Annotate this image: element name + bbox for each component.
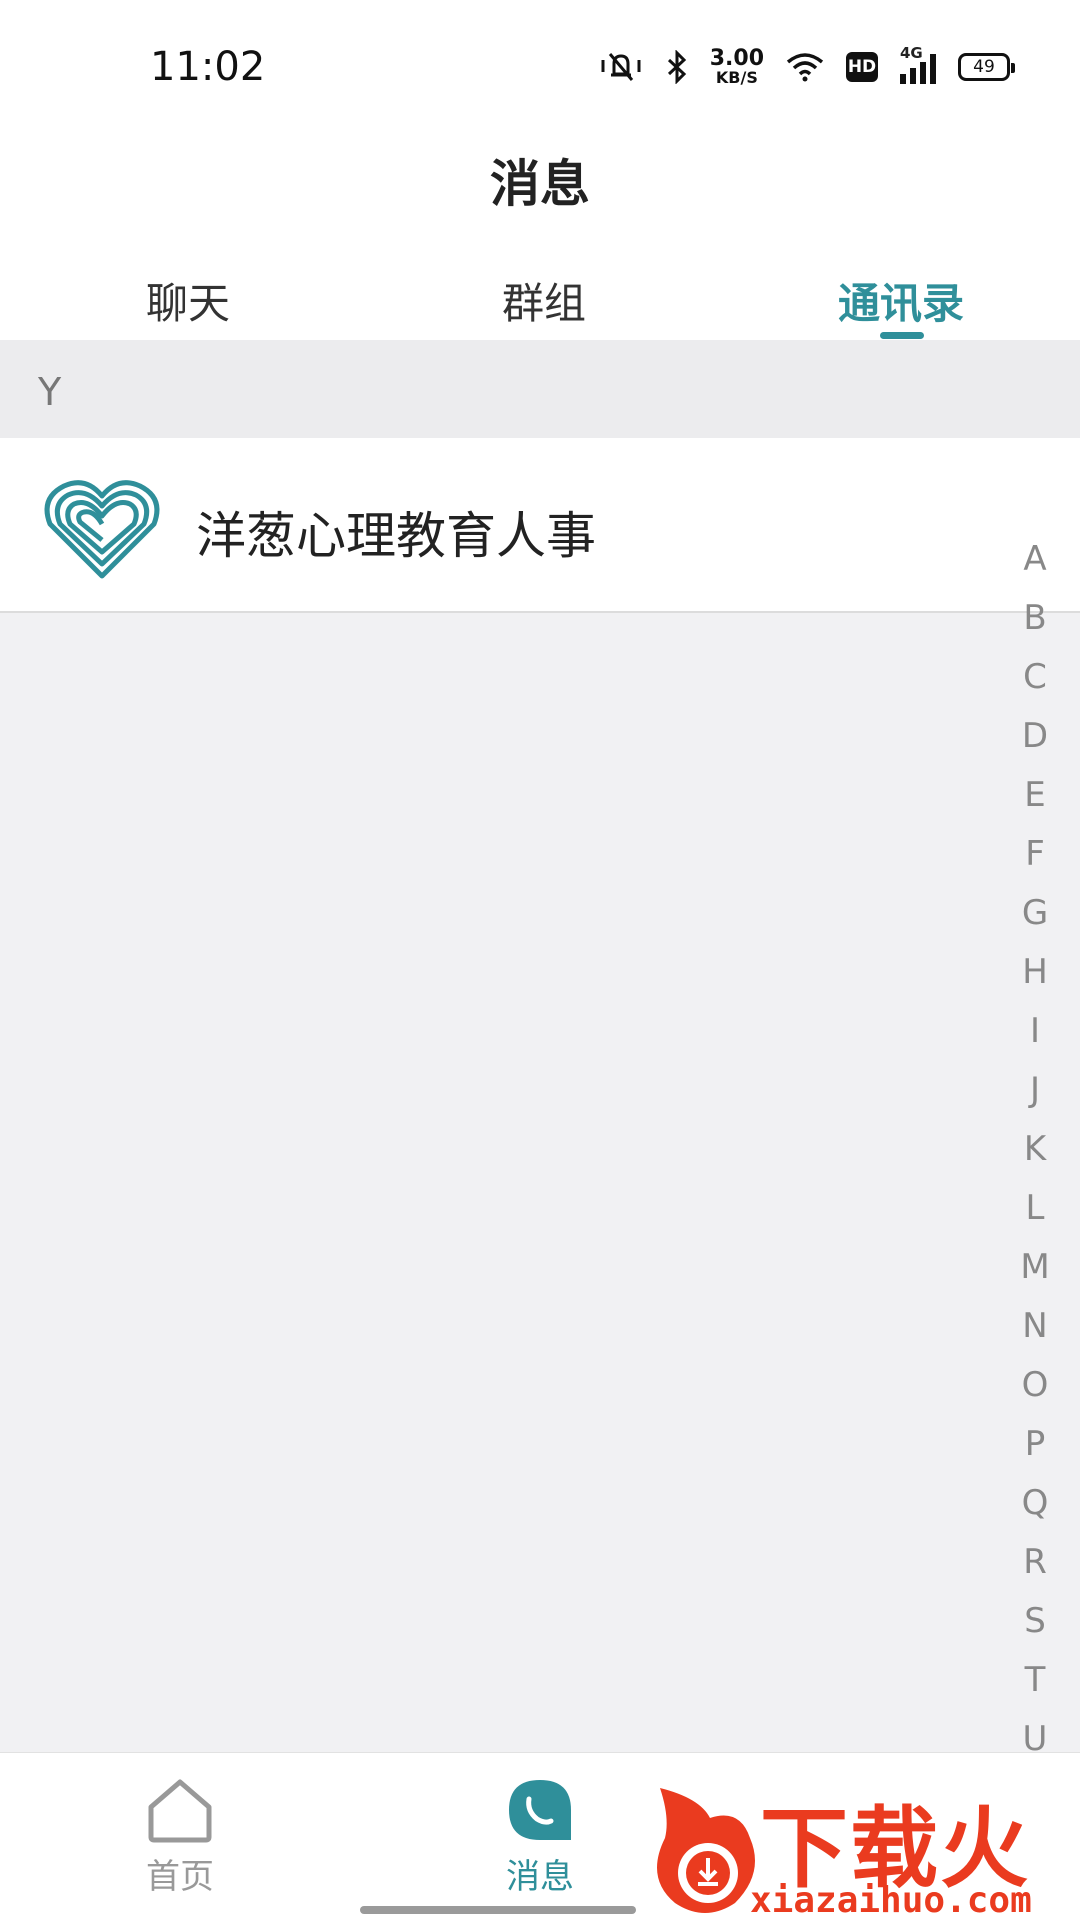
tab-chat[interactable]: 聊天 bbox=[88, 270, 288, 331]
watermark-url: xiazaihuo.com bbox=[750, 1880, 1032, 1921]
index-letter[interactable]: H bbox=[1005, 943, 1065, 1002]
index-letter[interactable]: C bbox=[1005, 648, 1065, 707]
index-letter[interactable]: M bbox=[1005, 1238, 1065, 1297]
tab-groups[interactable]: 群组 bbox=[444, 270, 644, 331]
net-speed-unit: KB/S bbox=[715, 68, 758, 87]
status-time: 11:02 bbox=[150, 44, 266, 90]
nav-home-label: 首页 bbox=[146, 1857, 214, 1897]
home-indicator[interactable] bbox=[360, 1906, 636, 1914]
watermark-logo: 下载火 xiazaihuo.com bbox=[640, 1778, 1070, 1921]
alphabet-index[interactable]: A B C D E F G H I J K L M N O P Q R S T … bbox=[1000, 530, 1070, 1769]
status-icons: 3.00 KB/S HD 4G 49 bbox=[598, 42, 1015, 92]
section-header: Y bbox=[0, 340, 1080, 438]
index-letter[interactable]: D bbox=[1005, 707, 1065, 766]
index-letter[interactable]: F bbox=[1005, 825, 1065, 884]
nav-home[interactable]: 首页 bbox=[100, 1777, 260, 1898]
net-speed-value: 3.00 bbox=[709, 46, 764, 71]
nav-messages[interactable]: 消息 bbox=[460, 1777, 620, 1898]
index-letter[interactable]: T bbox=[1005, 1651, 1065, 1710]
index-letter[interactable]: O bbox=[1005, 1356, 1065, 1415]
index-letter[interactable]: G bbox=[1005, 884, 1065, 943]
index-letter[interactable]: I bbox=[1005, 1002, 1065, 1061]
battery-icon: 49 bbox=[958, 53, 1015, 81]
index-letter[interactable]: P bbox=[1005, 1415, 1065, 1474]
contact-row[interactable]: 洋葱心理教育人事 bbox=[0, 438, 1080, 613]
net-speed: 3.00 KB/S bbox=[710, 48, 764, 86]
index-letter[interactable]: A bbox=[1005, 530, 1065, 589]
active-tab-indicator bbox=[880, 332, 924, 339]
nav-messages-label: 消息 bbox=[506, 1857, 574, 1897]
index-letter[interactable]: E bbox=[1005, 766, 1065, 825]
section-letter: Y bbox=[38, 370, 62, 414]
hd-icon: HD bbox=[846, 52, 878, 82]
index-letter[interactable]: N bbox=[1005, 1297, 1065, 1356]
index-letter[interactable]: J bbox=[1005, 1061, 1065, 1120]
index-letter[interactable]: B bbox=[1005, 589, 1065, 648]
chat-bubble-icon bbox=[509, 1780, 571, 1840]
index-letter[interactable]: Q bbox=[1005, 1474, 1065, 1533]
index-letter[interactable]: R bbox=[1005, 1533, 1065, 1592]
index-letter[interactable]: S bbox=[1005, 1592, 1065, 1651]
index-letter[interactable]: L bbox=[1005, 1179, 1065, 1238]
home-icon bbox=[148, 1779, 212, 1843]
page-title: 消息 bbox=[490, 155, 590, 213]
index-letter[interactable]: K bbox=[1005, 1120, 1065, 1179]
mute-vibrate-icon bbox=[601, 53, 641, 81]
wifi-icon bbox=[786, 53, 824, 82]
tab-contacts[interactable]: 通讯录 bbox=[801, 270, 1001, 331]
contact-name: 洋葱心理教育人事 bbox=[196, 507, 596, 565]
network-type: 4G bbox=[900, 44, 923, 62]
status-bar: 11:02 3.00 KB/S HD 4G 49 bbox=[0, 0, 1080, 130]
bluetooth-icon bbox=[667, 50, 686, 84]
tab-bar: 聊天 群组 通讯录 bbox=[0, 240, 1080, 340]
header: 消息 bbox=[0, 130, 1080, 240]
heart-logo-icon bbox=[44, 480, 160, 579]
cell-signal-icon: 4G bbox=[900, 44, 936, 84]
